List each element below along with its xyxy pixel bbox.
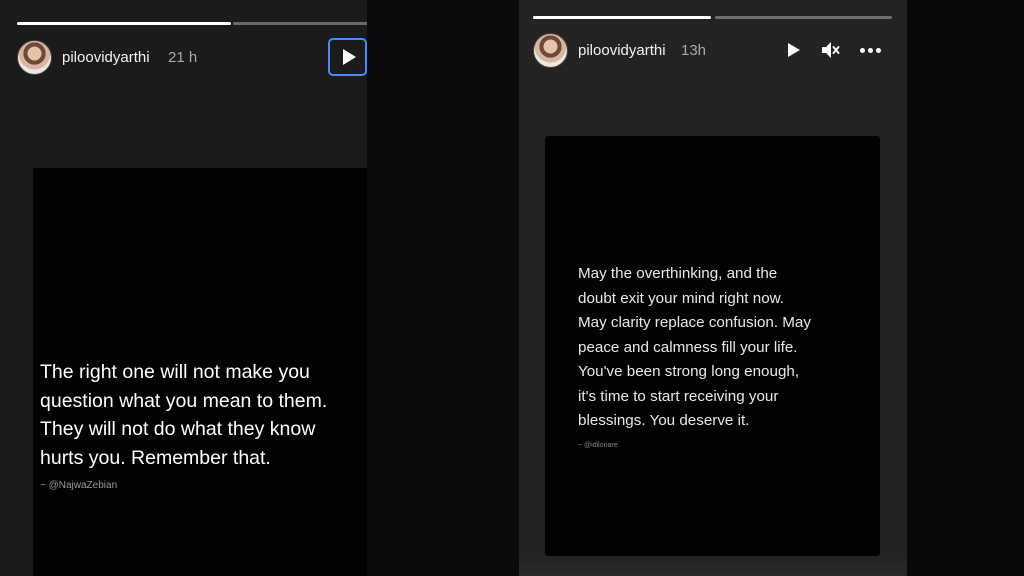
quote-text: The right one will not make you question… bbox=[40, 361, 328, 469]
username[interactable]: piloovidyarthi bbox=[62, 49, 150, 66]
post-time: 21 h bbox=[168, 49, 198, 66]
mute-icon bbox=[822, 42, 840, 58]
avatar[interactable] bbox=[533, 33, 568, 68]
play-button[interactable] bbox=[783, 40, 803, 60]
left-story-panel: piloovidyarthi 21 h The right one will n… bbox=[0, 0, 367, 576]
right-story-panel: piloovidyarthi 13h May the overthinking,… bbox=[519, 0, 907, 576]
more-icon bbox=[858, 47, 882, 53]
quote-credit: ~ @idilonare bbox=[578, 442, 618, 449]
post-time: 13h bbox=[681, 42, 707, 59]
avatar[interactable] bbox=[17, 40, 52, 75]
quote-text: May the overthinking, and the doubt exit… bbox=[578, 265, 811, 429]
story-progress-segment-1 bbox=[17, 22, 231, 25]
progress-fill bbox=[533, 16, 711, 19]
gutter bbox=[367, 0, 519, 576]
story-progress-segment-2 bbox=[233, 22, 367, 25]
username[interactable]: piloovidyarthi bbox=[578, 42, 666, 59]
story-progress-segment-2 bbox=[715, 16, 892, 19]
quote-credit: ~ @NajwaZebian bbox=[40, 480, 118, 491]
more-options-button[interactable] bbox=[856, 40, 884, 60]
play-icon bbox=[788, 43, 800, 57]
reply-bar[interactable] bbox=[519, 556, 907, 576]
edge-background bbox=[907, 0, 1024, 576]
play-button[interactable] bbox=[328, 38, 367, 76]
play-icon bbox=[342, 49, 356, 65]
story-progress-segment-1 bbox=[533, 16, 711, 19]
progress-fill bbox=[17, 22, 231, 25]
mute-button[interactable] bbox=[819, 40, 841, 60]
